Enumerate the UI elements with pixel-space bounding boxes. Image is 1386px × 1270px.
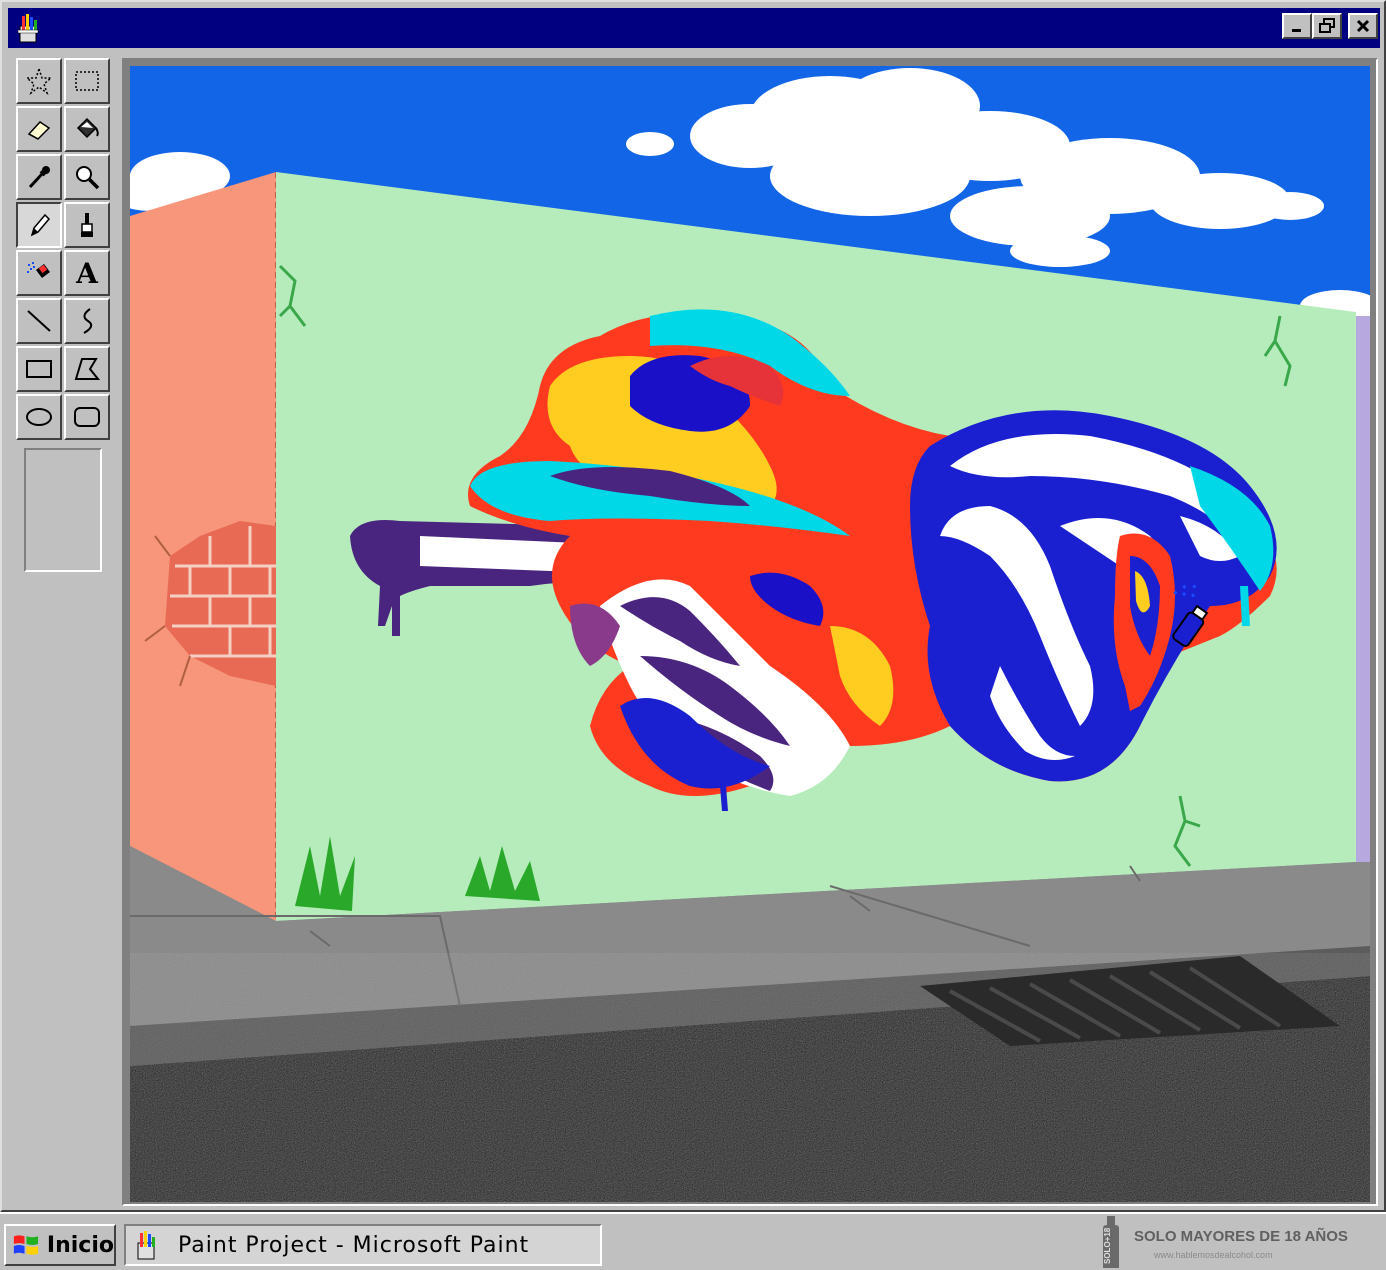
rounded-rectangle-tool[interactable]	[64, 394, 110, 440]
fill-bucket-icon	[76, 117, 99, 139]
rect-select-icon	[75, 71, 99, 91]
paint-app-icon[interactable]	[14, 12, 46, 44]
ellipse-icon	[26, 408, 52, 426]
bottle-label: SOLO+18	[1103, 1227, 1112, 1264]
toolbox: A	[14, 58, 112, 444]
line-tool[interactable]	[16, 298, 62, 344]
pencil-tool[interactable]	[16, 202, 62, 248]
brush-tool[interactable]	[64, 202, 110, 248]
start-label: Inicio	[46, 1232, 114, 1258]
close-button[interactable]	[1348, 13, 1378, 39]
paint-app-icon	[137, 1231, 155, 1260]
curve-icon	[83, 308, 93, 334]
airbrush-icon	[27, 262, 50, 278]
eraser-icon	[27, 121, 51, 140]
brush-icon	[81, 213, 93, 237]
ellipse-tool[interactable]	[16, 394, 62, 440]
pencil-icon	[30, 213, 51, 237]
line-icon	[27, 310, 51, 332]
select-tool[interactable]	[64, 58, 110, 104]
polygon-tool[interactable]	[64, 346, 110, 392]
taskbar: Inicio Paint Project - Microsoft Paint S…	[0, 1212, 1386, 1270]
tool-options-box[interactable]	[24, 448, 102, 572]
rectangle-tool[interactable]	[16, 346, 62, 392]
rectangle-icon	[26, 360, 52, 378]
eraser-tool[interactable]	[16, 106, 62, 152]
taskbar-item-paint[interactable]: Paint Project - Microsoft Paint	[124, 1224, 602, 1266]
canvas-frame	[122, 58, 1378, 1206]
minimize-button[interactable]	[1282, 13, 1312, 39]
minimize-icon	[1292, 29, 1301, 32]
polygon-icon	[74, 358, 101, 380]
age-warning-ad: SOLO+18 SOLO MAYORES DE 18 AÑOS www.habl…	[1098, 1216, 1382, 1268]
star-select-icon	[24, 66, 54, 96]
taskbar-item-label: Paint Project - Microsoft Paint	[178, 1232, 530, 1258]
text-icon: A	[76, 256, 98, 290]
fill-tool[interactable]	[64, 106, 110, 152]
start-button[interactable]: Inicio	[4, 1224, 116, 1266]
airbrush-tool[interactable]	[16, 250, 62, 296]
rounded-rectangle-icon	[74, 407, 100, 427]
windows-logo-icon	[13, 1235, 39, 1255]
paint-canvas[interactable]	[130, 66, 1370, 1202]
ad-url: www.hablemosdealcohol.com	[1154, 1250, 1273, 1260]
text-tool[interactable]: A	[64, 250, 110, 296]
close-icon	[1356, 19, 1370, 33]
paint-window: A	[0, 0, 1386, 1212]
title-bar[interactable]	[8, 8, 1380, 48]
magnifier-icon	[76, 166, 100, 190]
restore-button[interactable]	[1312, 13, 1342, 39]
ad-title: SOLO MAYORES DE 18 AÑOS	[1134, 1228, 1348, 1245]
pick-color-tool[interactable]	[16, 154, 62, 200]
curve-tool[interactable]	[64, 298, 110, 344]
magnifier-tool[interactable]	[64, 154, 110, 200]
free-form-select-tool[interactable]	[16, 58, 62, 104]
eyedropper-icon	[28, 166, 50, 189]
restore-icon	[1319, 18, 1335, 33]
